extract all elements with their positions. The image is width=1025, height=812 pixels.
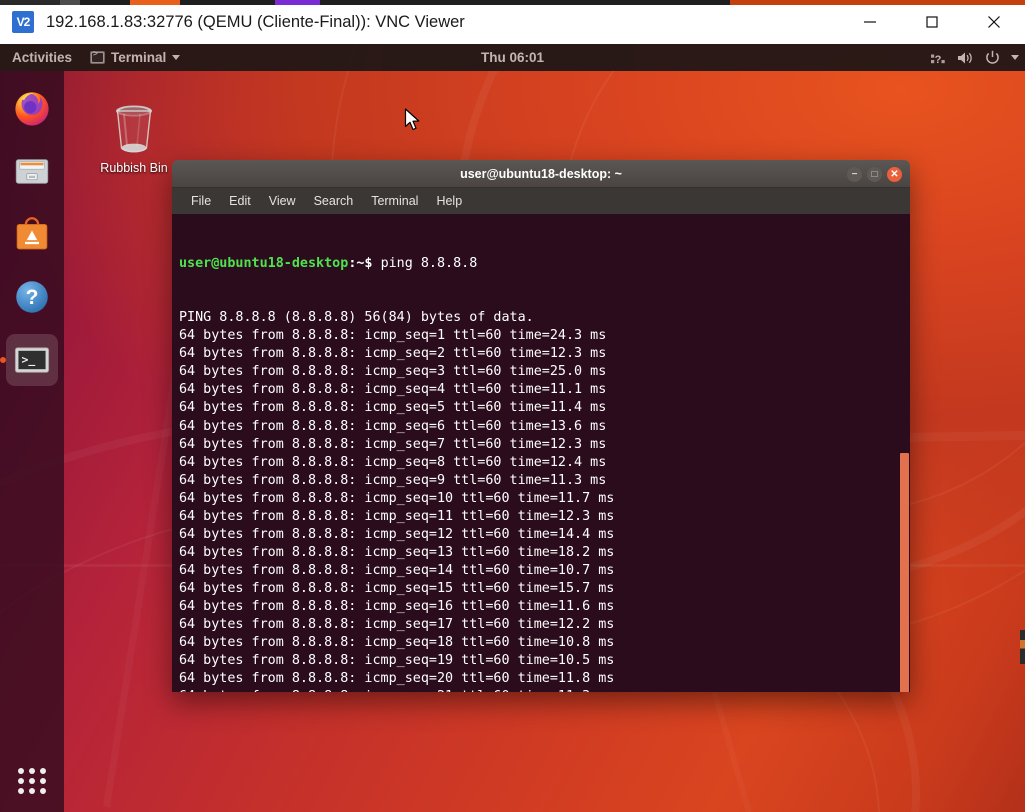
- menu-item-search[interactable]: Search: [305, 194, 363, 208]
- dock-item-firefox[interactable]: [6, 82, 58, 134]
- dock-item-help[interactable]: ?: [6, 271, 58, 323]
- ubuntu-dock[interactable]: ? >_: [0, 71, 64, 812]
- svg-text:?: ?: [26, 286, 39, 309]
- volume-icon[interactable]: [957, 51, 974, 65]
- close-icon: [985, 13, 1003, 31]
- terminal-line: 64 bytes from 8.8.8.8: icmp_seq=4 ttl=60…: [179, 381, 910, 399]
- svg-text:?: ?: [935, 54, 942, 65]
- chevron-down-icon[interactable]: [1011, 55, 1019, 60]
- terminal-line: 64 bytes from 8.8.8.8: icmp_seq=1 ttl=60…: [179, 327, 910, 345]
- dock-item-terminal[interactable]: >_: [6, 334, 58, 386]
- terminal-icon: >_: [11, 339, 53, 381]
- menu-item-view[interactable]: View: [260, 194, 305, 208]
- close-button[interactable]: [963, 0, 1025, 44]
- terminal-line: 64 bytes from 8.8.8.8: icmp_seq=10 ttl=6…: [179, 490, 910, 508]
- terminal-minimize-button[interactable]: −: [847, 167, 862, 182]
- terminal-line: 64 bytes from 8.8.8.8: icmp_seq=8 ttl=60…: [179, 454, 910, 472]
- terminal-window-controls: − □ ✕: [847, 160, 902, 188]
- vnc-viewer-window: V2 192.168.1.83:32776 (QEMU (Cliente-Fin…: [0, 0, 1025, 812]
- terminal-line: 64 bytes from 8.8.8.8: icmp_seq=20 ttl=6…: [179, 670, 910, 688]
- terminal-line: 64 bytes from 8.8.8.8: icmp_seq=6 ttl=60…: [179, 418, 910, 436]
- terminal-line: 64 bytes from 8.8.8.8: icmp_seq=9 ttl=60…: [179, 472, 910, 490]
- terminal-line: 64 bytes from 8.8.8.8: icmp_seq=16 ttl=6…: [179, 598, 910, 616]
- vnc-titlebar[interactable]: V2 192.168.1.83:32776 (QEMU (Cliente-Fin…: [0, 0, 1025, 44]
- prompt-command: ping 8.8.8.8: [381, 256, 478, 271]
- terminal-close-button[interactable]: ✕: [887, 167, 902, 182]
- maximize-button[interactable]: [901, 0, 963, 44]
- minimize-button[interactable]: [839, 0, 901, 44]
- ubuntu-software-icon: [11, 213, 53, 255]
- power-icon[interactable]: [985, 50, 1000, 65]
- desktop-icon-label: Rubbish Bin: [100, 161, 167, 175]
- terminal-line: 64 bytes from 8.8.8.8: icmp_seq=14 ttl=6…: [179, 562, 910, 580]
- terminal-line: 64 bytes from 8.8.8.8: icmp_seq=5 ttl=60…: [179, 399, 910, 417]
- terminal-line: 64 bytes from 8.8.8.8: icmp_seq=19 ttl=6…: [179, 652, 910, 670]
- firefox-icon: [11, 87, 53, 129]
- terminal-line: 64 bytes from 8.8.8.8: icmp_seq=3 ttl=60…: [179, 363, 910, 381]
- screen-edge-sliver: [1020, 630, 1025, 664]
- terminal-line: 64 bytes from 8.8.8.8: icmp_seq=12 ttl=6…: [179, 526, 910, 544]
- vnc-window-controls: [839, 0, 1025, 44]
- rubbish-bin-icon: [106, 99, 162, 157]
- terminal-line: 64 bytes from 8.8.8.8: icmp_seq=17 ttl=6…: [179, 616, 910, 634]
- terminal-line: 64 bytes from 8.8.8.8: icmp_seq=15 ttl=6…: [179, 580, 910, 598]
- terminal-window-title: user@ubuntu18-desktop: ~: [460, 167, 622, 181]
- menu-item-edit[interactable]: Edit: [220, 194, 260, 208]
- terminal-line: 64 bytes from 8.8.8.8: icmp_seq=18 ttl=6…: [179, 634, 910, 652]
- terminal-line: 64 bytes from 8.8.8.8: icmp_seq=21 ttl=6…: [179, 688, 910, 692]
- gnome-top-bar[interactable]: Activities Terminal Thu 06:01 ?: [0, 44, 1025, 71]
- remote-ubuntu-desktop[interactable]: Activities Terminal Thu 06:01 ?: [0, 44, 1025, 812]
- status-indicators[interactable]: ?: [931, 44, 1019, 71]
- browser-strip: [0, 0, 1025, 5]
- terminal-line: 64 bytes from 8.8.8.8: icmp_seq=13 ttl=6…: [179, 544, 910, 562]
- network-unknown-icon[interactable]: ?: [931, 51, 946, 65]
- activities-button[interactable]: Activities: [0, 44, 81, 71]
- svg-text:>_: >_: [22, 353, 36, 367]
- terminal-window[interactable]: user@ubuntu18-desktop: ~ − □ ✕ File Edit…: [172, 160, 910, 692]
- help-icon: ?: [11, 276, 53, 318]
- dock-item-ubuntu-software[interactable]: [6, 208, 58, 260]
- menu-item-help[interactable]: Help: [427, 194, 471, 208]
- app-menu-label: Terminal: [111, 50, 166, 65]
- desktop-icon-rubbish-bin[interactable]: Rubbish Bin: [88, 99, 180, 175]
- show-applications-icon[interactable]: [17, 766, 47, 796]
- mouse-cursor: [404, 108, 421, 137]
- menu-item-file[interactable]: File: [182, 194, 220, 208]
- terminal-maximize-button[interactable]: □: [867, 167, 882, 182]
- menu-item-terminal[interactable]: Terminal: [362, 194, 427, 208]
- prompt-user-host: user@ubuntu18-desktop: [179, 256, 348, 271]
- terminal-output-lines: PING 8.8.8.8 (8.8.8.8) 56(84) bytes of d…: [179, 309, 910, 692]
- terminal-icon: [90, 51, 105, 64]
- terminal-line: 64 bytes from 8.8.8.8: icmp_seq=11 ttl=6…: [179, 508, 910, 526]
- maximize-icon: [924, 14, 940, 30]
- terminal-line: PING 8.8.8.8 (8.8.8.8) 56(84) bytes of d…: [179, 309, 910, 327]
- app-menu-terminal[interactable]: Terminal: [81, 44, 189, 71]
- vnc-logo-icon: V2: [12, 11, 34, 33]
- vnc-window-title: 192.168.1.83:32776 (QEMU (Cliente-Final)…: [46, 13, 465, 32]
- activities-label: Activities: [12, 50, 72, 65]
- prompt-sigil: :~$: [348, 256, 380, 271]
- terminal-titlebar[interactable]: user@ubuntu18-desktop: ~ − □ ✕: [172, 160, 910, 188]
- files-icon: [11, 150, 53, 192]
- terminal-menubar[interactable]: File Edit View Search Terminal Help: [172, 188, 910, 214]
- terminal-line: 64 bytes from 8.8.8.8: icmp_seq=7 ttl=60…: [179, 436, 910, 454]
- terminal-line: 64 bytes from 8.8.8.8: icmp_seq=2 ttl=60…: [179, 345, 910, 363]
- terminal-scrollbar[interactable]: [900, 453, 909, 692]
- terminal-prompt-line: user@ubuntu18-desktop:~$ ping 8.8.8.8: [179, 255, 910, 273]
- dock-item-files[interactable]: [6, 145, 58, 197]
- terminal-output-area[interactable]: user@ubuntu18-desktop:~$ ping 8.8.8.8 PI…: [172, 214, 910, 692]
- minimize-icon: [862, 14, 878, 30]
- chevron-down-icon: [172, 55, 180, 60]
